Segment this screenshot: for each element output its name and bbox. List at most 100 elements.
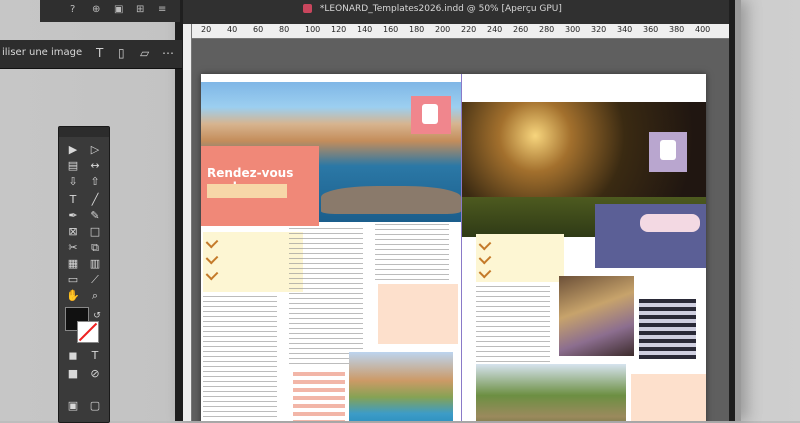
vertical-ruler[interactable] (183, 24, 192, 421)
pen-icon[interactable]: ✒ (65, 209, 81, 223)
ruler-tick: 140 (357, 25, 373, 34)
page-settings-icon[interactable]: ▱ (140, 46, 152, 60)
info-box-left[interactable] (378, 284, 458, 344)
menu-icon[interactable]: ≡ (158, 4, 166, 15)
apply-color-icon[interactable]: ■ (65, 367, 81, 381)
check-icon (205, 235, 219, 249)
content-collector-icon[interactable]: ⇩ (65, 175, 81, 189)
scissors-icon[interactable]: ✂ (65, 241, 81, 255)
ruler-tick: 40 (227, 25, 238, 34)
ruler-tick: 340 (617, 25, 633, 34)
ruler-tick: 360 (643, 25, 659, 34)
selection-icon[interactable]: ▶ (65, 143, 81, 157)
frame-icon[interactable]: ▣ (114, 4, 123, 15)
document-tab-bar: *LEONARD_Templates2026.indd @ 50% [Aperç… (183, 0, 729, 25)
ruler-tick: 260 (513, 25, 529, 34)
content-placer-icon[interactable]: ⇧ (87, 175, 103, 189)
more-icon[interactable]: ⋯ (162, 46, 174, 60)
screen-mode-icon[interactable]: ▣ (65, 399, 81, 413)
help-icon[interactable]: ? (70, 4, 75, 15)
stroke-swatch[interactable] (77, 321, 99, 343)
purple-caption-box[interactable] (595, 204, 706, 268)
page-spread[interactable]: Rendez-vous sur la (201, 74, 706, 421)
rocks (321, 186, 461, 214)
ruler-tick: 280 (539, 25, 555, 34)
ruler-tick: 100 (305, 25, 321, 34)
ruler-tick: 380 (669, 25, 685, 34)
type-tool-icon[interactable]: T (65, 193, 81, 207)
panel-label[interactable]: iliser une image (2, 47, 82, 58)
free-transform-icon[interactable]: ⧉ (87, 241, 103, 255)
check-icon (478, 265, 492, 279)
check-icon (205, 267, 219, 281)
document-icon[interactable]: ▯ (118, 46, 130, 60)
rectangle-frame-icon[interactable]: ⊠ (65, 225, 81, 239)
ruler-tick: 160 (383, 25, 399, 34)
formatting-container-icon[interactable]: ◼ (65, 349, 81, 363)
note-icon[interactable]: ▭ (65, 273, 81, 287)
context-panel: iliser une image T ▯ ▱ ⋯ (0, 40, 182, 69)
price-table-right[interactable] (639, 299, 696, 359)
checklist-left[interactable] (203, 232, 303, 292)
check-icon (478, 251, 492, 265)
text-column[interactable] (203, 296, 277, 421)
zoom-icon[interactable]: ⌕ (87, 289, 103, 303)
check-icon (478, 237, 492, 251)
text-column[interactable] (375, 224, 449, 280)
ruler-tick: 200 (435, 25, 451, 34)
gradient-icon[interactable]: ▦ (65, 257, 81, 271)
show-photo[interactable] (559, 276, 634, 356)
ruler-tick: 400 (695, 25, 711, 34)
gradient-feather-icon[interactable]: ▥ (87, 257, 103, 271)
gap-icon[interactable]: ↔ (87, 159, 103, 173)
ruler-tick: 120 (331, 25, 347, 34)
ruler-tick: 60 (253, 25, 264, 34)
badge-icon-left[interactable] (411, 96, 451, 134)
lock-icon[interactable]: ⊕ (92, 4, 100, 15)
preview-mode-icon[interactable]: ▢ (87, 399, 103, 413)
pencil-icon[interactable]: ✎ (87, 209, 103, 223)
tools-panel: ▶ ▷ ▤ ↔ ⇩ ⇧ T ╱ ✒ ✎ ⊠ □ ✂ ⧉ ▦ ▥ ▭ ⟋ ✋ ⌕ … (58, 126, 110, 423)
script-title (640, 214, 700, 232)
building-icon (422, 104, 438, 124)
info-box-right[interactable] (631, 374, 706, 421)
swap-colors-icon[interactable]: ↺ (89, 309, 105, 323)
formatting-text-icon[interactable]: T (87, 349, 103, 363)
monitor: *LEONARD_Templates2026.indd @ 50% [Aperç… (175, 0, 741, 421)
title-box[interactable]: Rendez-vous sur la (201, 146, 319, 226)
close-tab-icon[interactable] (303, 4, 312, 13)
indesign-canvas[interactable]: *LEONARD_Templates2026.indd @ 50% [Aperç… (183, 0, 729, 421)
building-icon (660, 140, 676, 160)
text-column[interactable] (476, 286, 550, 362)
line-icon[interactable]: ╱ (87, 193, 103, 207)
app-top-strip: ? ⊕ ▣ ⊞ ≡ (40, 0, 180, 22)
tools-panel-grip[interactable] (59, 127, 109, 137)
ruler-tick: 300 (565, 25, 581, 34)
ruler-tick: 220 (461, 25, 477, 34)
pool-photo[interactable] (349, 352, 453, 421)
garden-photo[interactable] (476, 364, 626, 421)
direct-selection-icon[interactable]: ▷ (87, 143, 103, 157)
price-table-left[interactable] (293, 372, 345, 421)
page-divider (461, 74, 462, 421)
title-highlight (207, 184, 287, 198)
hand-icon[interactable]: ✋ (65, 289, 81, 303)
document-tab[interactable]: *LEONARD_Templates2026.indd @ 50% [Aperç… (303, 4, 562, 14)
ruler-tick: 20 (201, 25, 212, 34)
apply-none-icon[interactable]: ⊘ (87, 367, 103, 381)
page-icon[interactable]: ▤ (65, 159, 81, 173)
ruler-tick: 320 (591, 25, 607, 34)
ruler-tick: 240 (487, 25, 503, 34)
ruler-tick: 180 (409, 25, 425, 34)
badge-icon-right[interactable] (649, 132, 687, 172)
type-icon[interactable]: T (96, 46, 108, 60)
horizontal-ruler[interactable]: 20 40 60 80 100 120 140 160 180 200 220 240 260 280 30… (191, 24, 729, 39)
text-column[interactable] (289, 228, 363, 368)
ruler-tick: 80 (279, 25, 290, 34)
rectangle-icon[interactable]: □ (87, 225, 103, 239)
arrange-icon[interactable]: ⊞ (136, 4, 144, 15)
checklist-right[interactable] (476, 234, 564, 282)
eyedropper-icon[interactable]: ⟋ (87, 273, 103, 287)
document-tab-title: *LEONARD_Templates2026.indd @ 50% [Aperç… (319, 4, 562, 14)
check-icon (205, 251, 219, 265)
